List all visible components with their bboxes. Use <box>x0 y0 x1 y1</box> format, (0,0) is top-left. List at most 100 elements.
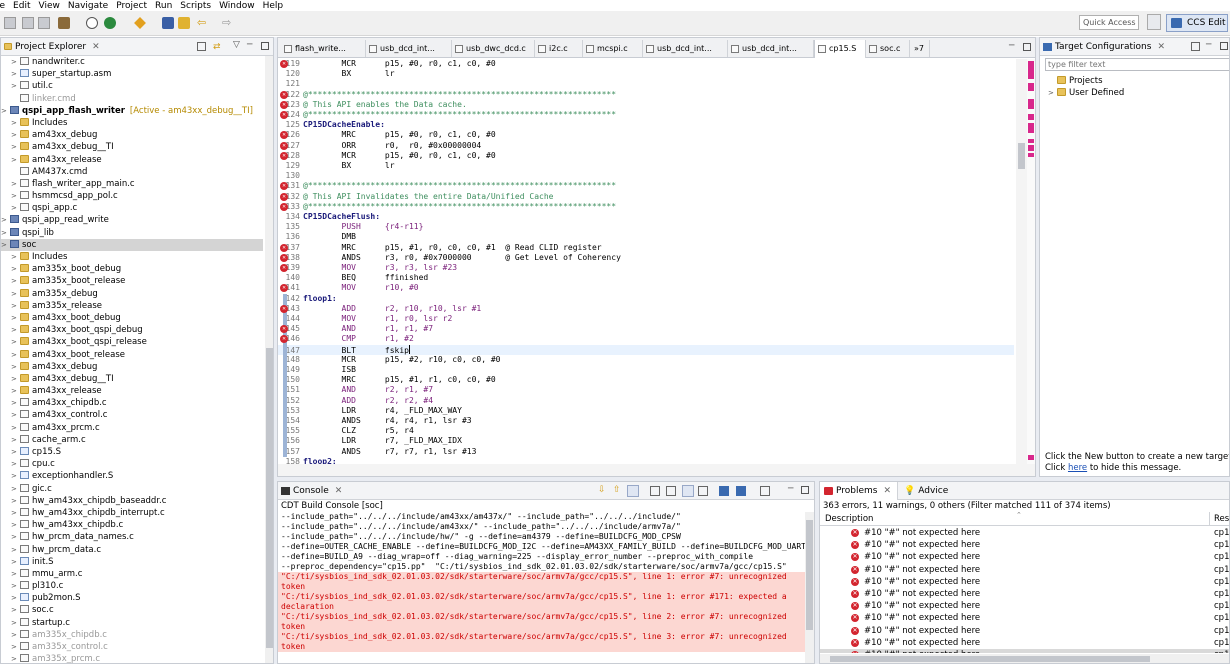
tree-item[interactable]: > init.S <box>1 556 263 568</box>
tree-item[interactable]: > hw_am43xx_chipdb_interrupt.c <box>1 507 263 519</box>
expand-arrow-icon[interactable]: > <box>11 129 20 141</box>
tree-item[interactable]: > pub2mon.S <box>1 592 263 604</box>
new-console-icon[interactable] <box>760 486 770 496</box>
tree-item[interactable]: > am335x_debug <box>1 288 263 300</box>
minimize-icon[interactable]: ─ <box>1206 40 1211 50</box>
tree-item[interactable]: > cpu.c <box>1 458 263 470</box>
editor-tab[interactable]: usb_dcd_int... <box>643 40 728 57</box>
tab-problems[interactable]: Problems ✕ <box>820 482 899 500</box>
error-marker-icon[interactable]: ✕ <box>280 151 288 160</box>
problem-row[interactable]: ✕ #10 "#" not expected here cp15 <box>820 551 1229 563</box>
tree-item[interactable]: > startup.c <box>1 617 263 629</box>
new-icon[interactable] <box>4 17 16 29</box>
tree-item[interactable]: > qspi_app_read_write <box>1 214 263 226</box>
error-marker-icon[interactable]: ✕ <box>280 192 288 201</box>
problem-row[interactable]: ✕ #10 "#" not expected here cp15 <box>820 625 1229 637</box>
expand-arrow-icon[interactable]: > <box>11 446 20 458</box>
view-menu-icon[interactable]: ▽ <box>233 40 240 50</box>
target-configurations-title[interactable]: Target Configurations <box>1055 42 1151 52</box>
flash-icon[interactable] <box>134 17 146 29</box>
error-ruler-mark[interactable] <box>1028 99 1034 109</box>
expand-arrow-icon[interactable]: > <box>11 251 20 263</box>
error-ruler-mark[interactable] <box>1028 123 1034 133</box>
tree-item[interactable]: > am43xx_boot_qspi_debug <box>1 324 263 336</box>
expand-arrow-icon[interactable]: > <box>11 397 20 409</box>
expand-arrow-icon[interactable]: > <box>11 409 20 421</box>
forward-arrow-icon[interactable]: ⇨ <box>222 17 234 29</box>
expand-arrow-icon[interactable]: > <box>11 56 20 68</box>
tree-item[interactable]: > hw_am43xx_chipdb_baseaddr.c <box>1 495 263 507</box>
scroll-down-icon[interactable]: ⇩ <box>598 485 606 495</box>
tree-item[interactable]: > am43xx_release <box>1 154 263 166</box>
expand-arrow-icon[interactable]: > <box>11 641 20 653</box>
maximize-icon[interactable] <box>801 486 809 494</box>
expand-arrow-icon[interactable]: > <box>11 68 20 80</box>
tree-item[interactable]: > soc <box>1 238 263 251</box>
error-marker-icon[interactable]: ✕ <box>280 264 288 272</box>
tree-item[interactable]: > am43xx_boot_debug <box>1 312 263 324</box>
copy-icon[interactable] <box>666 486 676 496</box>
column-description[interactable]: Description <box>825 512 873 526</box>
tree-item[interactable]: > Includes <box>1 251 263 263</box>
expand-arrow-icon[interactable]: > <box>11 568 20 580</box>
error-ruler-mark[interactable] <box>1028 145 1034 151</box>
pin-console-icon[interactable] <box>698 486 708 496</box>
error-marker-icon[interactable]: ✕ <box>280 253 288 262</box>
error-marker-icon[interactable]: ✕ <box>280 243 288 252</box>
editor-tab[interactable]: cp15.S <box>814 40 866 58</box>
expand-arrow-icon[interactable]: > <box>11 349 20 361</box>
minimize-icon[interactable]: ─ <box>788 484 793 494</box>
tree-item[interactable]: > am43xx_debug__TI <box>1 141 263 153</box>
tree-item[interactable]: > am43xx_prcm.c <box>1 422 263 434</box>
expand-arrow-icon[interactable]: > <box>11 288 20 300</box>
tree-item[interactable]: > am335x_release <box>1 300 263 312</box>
error-ruler-mark[interactable] <box>1028 455 1034 460</box>
expand-arrow-icon[interactable]: > <box>11 544 20 556</box>
error-ruler-mark[interactable] <box>1028 139 1034 143</box>
expand-arrow-icon[interactable]: > <box>11 300 20 312</box>
tree-item[interactable]: > hw_prcm_data.c <box>1 544 263 556</box>
tree-item[interactable]: > pl310.c <box>1 580 263 592</box>
tree-item[interactable]: > am43xx_release <box>1 385 263 397</box>
expand-arrow-icon[interactable]: > <box>11 154 20 166</box>
scrollbar-thumb[interactable] <box>266 348 273 648</box>
expand-arrow-icon[interactable]: > <box>11 458 20 470</box>
tree-item[interactable]: > qspi_app_flash_writer [Active - am43xx_d… <box>1 105 263 117</box>
expand-arrow-icon[interactable]: > <box>11 373 20 385</box>
tree-item[interactable]: > am43xx_debug <box>1 361 263 373</box>
error-ruler-mark[interactable] <box>1028 83 1034 91</box>
error-marker-icon[interactable]: ✕ <box>280 111 288 119</box>
close-icon[interactable]: ✕ <box>335 486 343 496</box>
error-marker-icon[interactable]: ✕ <box>280 202 288 211</box>
tree-item[interactable]: > Includes <box>1 117 263 129</box>
error-marker-icon[interactable]: ✕ <box>280 60 288 68</box>
error-ruler-mark[interactable] <box>1028 153 1034 157</box>
expand-arrow-icon[interactable]: > <box>11 312 20 324</box>
menu-item-project[interactable]: Project <box>116 1 147 11</box>
tree-item[interactable]: > cache_arm.c <box>1 434 263 446</box>
console-output[interactable]: --include_path="../../../include/am43xx/… <box>278 512 805 663</box>
expand-arrow-icon[interactable]: > <box>11 556 20 568</box>
tree-item[interactable]: > hsmmcsd_app_pol.c <box>1 190 263 202</box>
overview-ruler[interactable] <box>1027 59 1035 464</box>
problem-row[interactable]: ✕ #10 "#" not expected here cp15 <box>820 612 1229 624</box>
maximize-icon[interactable] <box>1220 42 1228 50</box>
expand-arrow-icon[interactable]: > <box>11 80 20 92</box>
error-ruler-mark[interactable] <box>1028 114 1034 120</box>
tree-item[interactable]: AM437x.cmd <box>1 166 263 178</box>
editor-scrollbar[interactable] <box>1016 59 1027 464</box>
display-selected-console-icon[interactable] <box>719 486 729 496</box>
new-target-config-icon[interactable] <box>1191 42 1200 51</box>
tree-item[interactable]: > am43xx_boot_release <box>1 349 263 361</box>
expand-arrow-icon[interactable]: > <box>1 227 10 239</box>
expand-arrow-icon[interactable]: > <box>11 141 20 153</box>
expand-arrow-icon[interactable]: > <box>11 470 20 482</box>
search-icon[interactable] <box>86 17 98 29</box>
problem-row[interactable]: ✕ #10 "#" not expected here cp15 <box>820 588 1229 600</box>
tree-item[interactable]: > nandwriter.c <box>1 56 263 68</box>
tree-item[interactable]: > qspi_lib <box>1 227 263 239</box>
problem-row[interactable]: ✕ #10 "#" not expected here cp15 <box>820 637 1229 649</box>
expand-arrow-icon[interactable]: > <box>11 361 20 373</box>
tree-item[interactable]: > am335x_control.c <box>1 641 263 653</box>
error-marker-icon[interactable]: ✕ <box>280 304 288 313</box>
